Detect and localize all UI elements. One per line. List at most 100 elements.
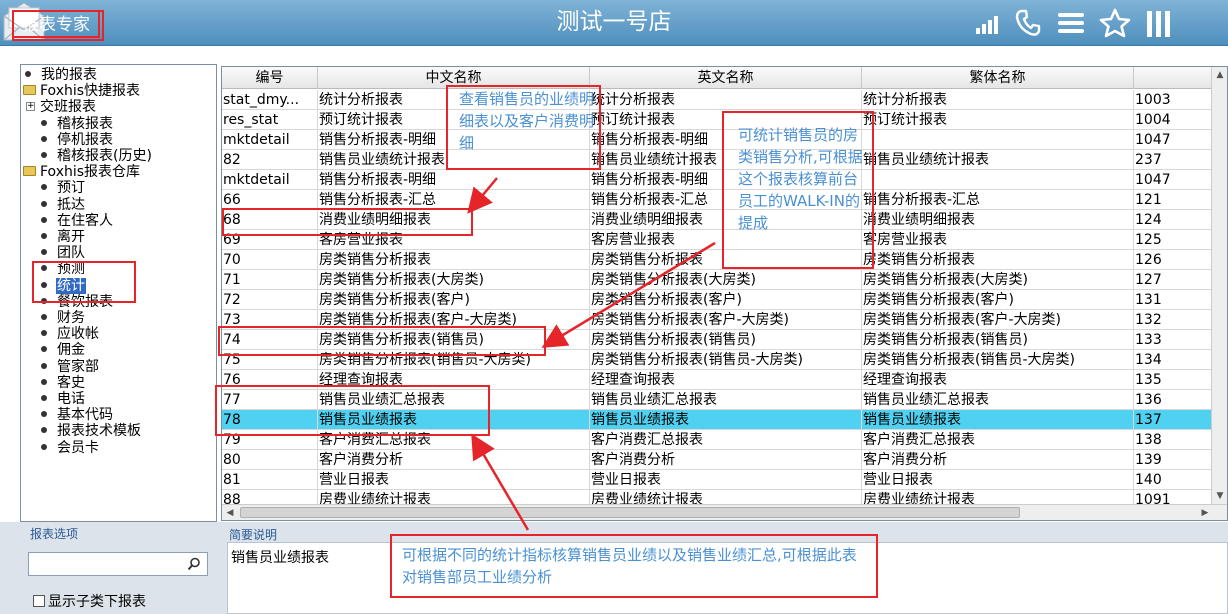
tree-item-label: Foxhis快捷报表 [40,83,141,100]
tree-item[interactable]: 稽核报表(历史) [37,148,153,164]
tree-item[interactable]: + 交班报表 [21,99,97,115]
tree-item-label: 会员卡 [57,439,99,456]
tree-item-label: 客史 [57,374,85,391]
report-options-title: 报表选项 [30,527,79,541]
bullet-icon [41,362,47,369]
tree-item[interactable]: 应收帐 [37,326,100,342]
table-cell: 房类销售分析报表(大房类) [318,270,590,290]
table-cell: 127 [1134,270,1213,290]
tree-item-label: 在住客人 [57,212,113,229]
table-cell: 客户消费汇总报表 [862,430,1134,450]
table-cell: 客户消费分析 [318,450,590,470]
table-cell: 房类销售分析报表(大房类) [862,270,1134,290]
tree-item[interactable]: 会员卡 [37,440,100,456]
scroll-down-icon[interactable]: ▼ [1212,488,1227,504]
annotation-note1: 查看销售员的业绩明细表以及客户消费明细 [459,90,595,152]
table-row[interactable]: 81 营业日报表 营业日报表 营业日报表 140 [222,470,1227,490]
tree-item[interactable]: 离开 [37,229,86,245]
tree-item-label: 财务 [57,310,85,326]
tree-item[interactable]: Foxhis快捷报表 [21,83,141,99]
table-cell: mktdetail [222,130,318,150]
bullet-icon [25,71,31,77]
table-row[interactable]: 72 房类销售分析报表(客户) 房类销售分析报表(客户) 房类销售分析报表(客户) 13… [222,290,1227,310]
tree-item-label: 抵达 [57,196,85,213]
column-header[interactable]: 英文名称 [590,67,862,89]
tree-item[interactable]: 在住客人 [37,213,114,229]
scroll-left-icon[interactable]: ◀ [222,505,238,520]
table-row[interactable]: 71 房类销售分析报表(大房类) 房类销售分析报表(大房类) 房类销售分析报表(大房类… [222,270,1227,290]
tree-item[interactable]: 管家部 [37,359,100,375]
table-cell: 126 [1134,250,1213,270]
search-box[interactable] [28,552,208,576]
bullet-icon [41,427,47,434]
tree-item[interactable]: 客史 [37,375,86,391]
vertical-scrollbar[interactable]: ▲ ▼ [1211,67,1227,504]
bullet-icon [41,395,47,401]
table-cell: res_stat [222,110,318,130]
tree-item[interactable]: 财务 [37,310,86,326]
tree-item-label: 基本代码 [57,407,113,424]
tree-item[interactable]: 报表技术模板 [37,423,142,439]
bullet-icon [41,152,47,158]
tree-item[interactable]: 抵达 [37,197,86,213]
expand-icon[interactable]: + [26,101,35,111]
table-cell: 房类销售分析报表(销售员) [590,330,862,350]
table-cell: 房类销售分析报表 [318,250,590,270]
table-cell: 140 [1134,470,1213,490]
scroll-up-icon[interactable]: ▲ [1212,67,1227,83]
signal-bars-icon[interactable] [972,8,1002,38]
table-row[interactable]: stat_dmy... 统计分析报表 统计分析报表 统计分析报表 1003 [222,90,1227,110]
table-cell: 消费业绩明细报表 [862,210,1134,230]
tree-item[interactable]: 我的报表 [21,67,98,83]
scroll-right-icon[interactable]: ▶ [1197,505,1213,520]
tree-item[interactable]: 稽核报表 [37,116,114,132]
tree-item-label: 停机报表 [57,131,113,148]
search-icon[interactable] [187,557,201,571]
folder-icon [23,85,36,96]
search-input[interactable] [29,553,179,575]
show-subcategory-checkbox[interactable] [33,595,45,607]
tree-item-label: 应收帐 [57,326,99,343]
scroll-thumb[interactable] [240,507,1020,518]
show-subcategory-option[interactable]: 显示子类下报表 [33,593,146,611]
phone-icon[interactable] [1013,8,1043,38]
tree-item-label: 报表技术模板 [57,423,141,440]
store-name: 测试一号店 [556,9,672,35]
tree-item[interactable]: 电话 [37,391,86,407]
column-header[interactable]: 繁体名称 [862,67,1134,89]
table-row[interactable]: 80 客户消费分析 客户消费分析 客户消费分析 139 [222,450,1227,470]
table-cell: 1004 [1134,110,1213,130]
table-cell: 经理查询报表 [862,370,1134,390]
tree-item[interactable]: 预订 [37,180,86,196]
description-text: 销售员业绩报表 [231,550,329,566]
table-cell: 销售员业绩报表 [590,410,862,430]
columns-icon[interactable] [1145,8,1173,38]
table-cell: 66 [222,190,318,210]
annotation-box-row-74 [218,326,546,356]
table-cell [862,130,1134,150]
tree-item[interactable]: 基本代码 [37,407,114,423]
table-cell: 1047 [1134,130,1213,150]
tree-item[interactable]: Foxhis报表仓库 [21,164,141,180]
table-cell: 房类销售分析报表(销售员) [862,330,1134,350]
table-cell: 客户消费分析 [590,450,862,470]
menu-icon[interactable] [1056,8,1086,38]
tree-item-label: 我的报表 [41,67,97,83]
table-cell: 71 [222,270,318,290]
tree-item[interactable]: 团队 [37,245,86,261]
star-icon[interactable] [1098,8,1132,38]
table-cell: 房类销售分析报表(销售员-大房类) [590,350,862,370]
table-cell: 客户消费汇总报表 [590,430,862,450]
table-cell: 133 [1134,330,1213,350]
tree-item[interactable]: 停机报表 [37,132,114,148]
annotation-box-app-name [12,10,104,41]
horizontal-scrollbar[interactable]: ◀ ▶ [222,504,1227,520]
tree-item[interactable]: 佣金 [37,342,86,358]
column-header[interactable] [1134,67,1213,89]
bullet-icon [41,184,47,191]
column-header[interactable]: 编号 [222,67,318,89]
table-cell: 132 [1134,310,1213,330]
bullet-icon [41,443,47,450]
table-cell: 131 [1134,290,1213,310]
table-cell: 客房营业报表 [862,230,1134,250]
